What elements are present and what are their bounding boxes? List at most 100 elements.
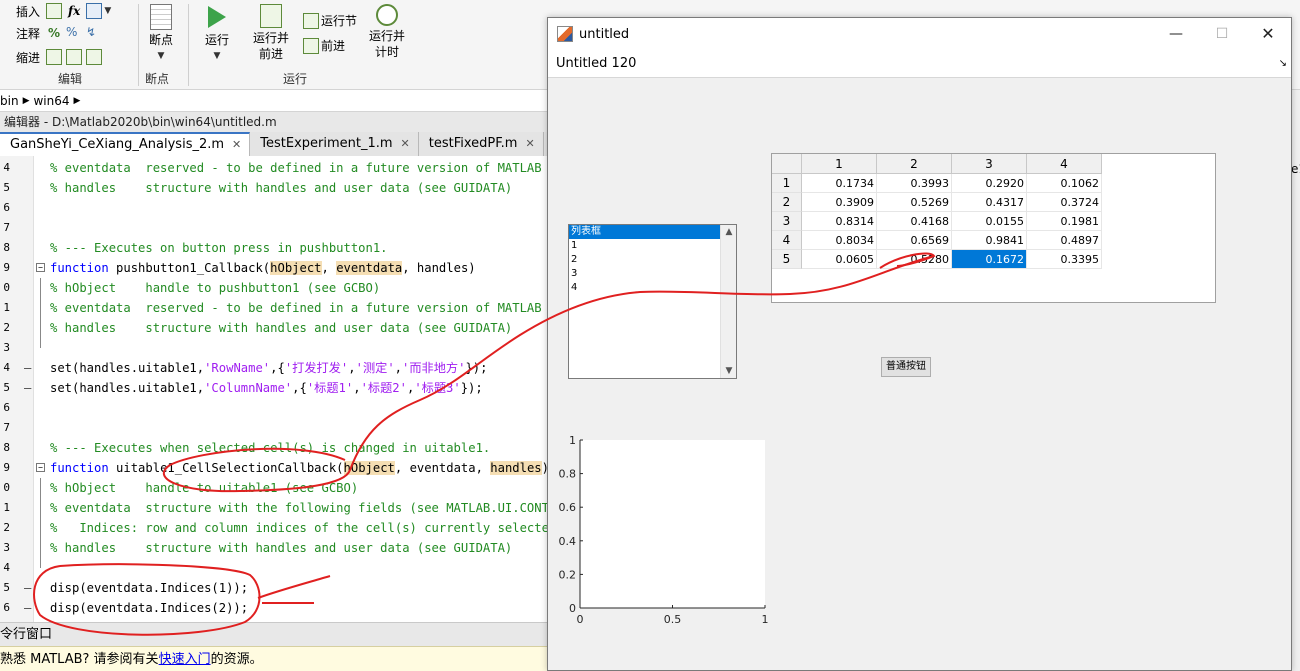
table-cell[interactable]: 0.9841 xyxy=(952,231,1027,250)
executable-line-marker[interactable]: — xyxy=(24,358,31,378)
table-cell[interactable]: 0.8034 xyxy=(802,231,877,250)
code-line[interactable]: 1 % eventdata structure with the followin… xyxy=(0,498,548,518)
breakpoints-button[interactable]: 断点 ▼ xyxy=(144,4,178,64)
code-line[interactable]: 8 % --- Executes when selected cell(s) is… xyxy=(0,438,548,458)
run-section-button[interactable]: 运行节 xyxy=(301,12,357,29)
increase-indent-icon[interactable] xyxy=(66,49,83,65)
code-line[interactable]: 6 — disp(eventdata.Indices(2)); xyxy=(0,598,548,618)
code-line[interactable]: 0 % hObject handle to pushbutton1 (see GC… xyxy=(0,278,548,298)
push-button[interactable]: 普通按钮 xyxy=(881,357,931,377)
insert-icon[interactable] xyxy=(46,3,63,19)
listbox-item[interactable]: 1 xyxy=(569,239,720,253)
table-cell[interactable]: 0.0155 xyxy=(952,212,1027,231)
code-line[interactable]: 9 − function pushbutton1_Callback(hObject,… xyxy=(0,258,548,278)
code-line[interactable]: 5 % handles structure with handles and us… xyxy=(0,178,548,198)
code-line[interactable]: 5 — set(handles.uitable1,'ColumnName',{'标题… xyxy=(0,378,548,398)
code-line[interactable]: 3 % handles structure with handles and us… xyxy=(0,538,548,558)
function-browser-icon[interactable] xyxy=(86,3,103,19)
maximize-button[interactable]: ☐ xyxy=(1199,18,1245,50)
table-cell[interactable]: 0.3395 xyxy=(1027,250,1102,269)
code-line[interactable]: 7 xyxy=(0,418,548,438)
indent-label[interactable]: 缩进 xyxy=(16,49,40,66)
code-line[interactable]: 4 — set(handles.uitable1,'RowName',{'打发打发'… xyxy=(0,358,548,378)
quick-start-link[interactable]: 快速入门 xyxy=(159,652,211,667)
table-cell[interactable]: 0.4897 xyxy=(1027,231,1102,250)
tab-1[interactable]: TestExperiment_1.m ✕ xyxy=(250,132,419,156)
table-row-header[interactable]: 4 xyxy=(772,231,802,250)
resize-arrow-icon[interactable]: ↘ xyxy=(1279,58,1287,69)
fx-button[interactable]: fx xyxy=(68,4,80,18)
advance-button[interactable]: 前进 xyxy=(301,37,345,54)
code-line[interactable]: 1 % eventdata reserved - to be defined in… xyxy=(0,298,548,318)
table-column-header[interactable]: 3 xyxy=(952,154,1027,174)
wrap-comments-icon[interactable]: ↯ xyxy=(86,25,102,41)
chevron-down-icon[interactable]: ▼ xyxy=(104,6,111,16)
table-cell[interactable]: 0.4168 xyxy=(877,212,952,231)
code-line[interactable]: 5 — disp(eventdata.Indices(1)); xyxy=(0,578,548,598)
tab-2[interactable]: testFixedPF.m ✕ xyxy=(418,132,544,156)
breadcrumb-item-win64[interactable]: win64 xyxy=(33,94,69,108)
listbox-item[interactable]: 2 xyxy=(569,253,720,267)
table-cell[interactable]: 0.5269 xyxy=(877,193,952,212)
listbox[interactable]: 列表框 1 2 3 4 ▲ ▼ xyxy=(568,224,737,379)
table-cell[interactable]: 0.6569 xyxy=(877,231,952,250)
table-cell[interactable]: 0.3909 xyxy=(802,193,877,212)
table-cell[interactable]: 0.0605 xyxy=(802,250,877,269)
table-cell[interactable]: 0.1672 xyxy=(952,250,1027,269)
table-cell[interactable]: 0.3993 xyxy=(877,174,952,193)
table-cell[interactable]: 0.3724 xyxy=(1027,193,1102,212)
decrease-indent-icon[interactable] xyxy=(86,49,103,65)
uitable[interactable]: 1 2 3 4 1 0.1734 0.3993 0.2920 0.1062 2 0.3909 0.52… xyxy=(771,153,1216,303)
axes[interactable]: 0 0.5 1 0 0.2 0.4 0.6 0.8 1 xyxy=(548,428,808,628)
executable-line-marker[interactable]: — xyxy=(24,578,31,598)
tab-0[interactable]: GanSheYi_CeXiang_Analysis_2.m ✕ xyxy=(0,132,251,156)
table-row-header[interactable]: 5 xyxy=(772,250,802,269)
command-window-title[interactable]: 令行窗口 xyxy=(0,622,548,646)
chevron-down-icon[interactable]: ▼ xyxy=(721,364,737,378)
code-line[interactable]: 2 % Indices: row and column indices of th… xyxy=(0,518,548,538)
comment-label[interactable]: 注释 xyxy=(16,25,40,42)
listbox-scrollbar[interactable]: ▲ ▼ xyxy=(720,225,736,378)
table-row-header[interactable]: 3 xyxy=(772,212,802,231)
close-tab-icon[interactable]: ✕ xyxy=(525,133,534,155)
executable-line-marker[interactable]: — xyxy=(24,378,31,398)
chevron-up-icon[interactable]: ▲ xyxy=(721,225,737,239)
listbox-item[interactable]: 列表框 xyxy=(569,225,720,239)
table-row-header[interactable]: 2 xyxy=(772,193,802,212)
code-line[interactable]: 7 xyxy=(0,218,548,238)
table-cell[interactable]: 0.1734 xyxy=(802,174,877,193)
comment-percent-button[interactable]: % xyxy=(48,26,60,40)
code-line[interactable]: 8 % --- Executes on button press in pushb… xyxy=(0,238,548,258)
run-button[interactable]: 运行 ▼ xyxy=(198,4,236,64)
run-and-time-button[interactable]: 运行并 计时 xyxy=(366,4,408,60)
table-cell[interactable]: 0.5280 xyxy=(877,250,952,269)
plot-area[interactable] xyxy=(580,440,765,608)
table-cell[interactable]: 0.1062 xyxy=(1027,174,1102,193)
code-line[interactable]: 6 xyxy=(0,198,548,218)
figure-titlebar[interactable]: untitled — ☐ ✕ xyxy=(548,18,1291,50)
uncomment-icon[interactable]: % xyxy=(66,25,82,41)
smart-indent-icon[interactable] xyxy=(46,49,63,65)
table-column-header[interactable]: 4 xyxy=(1027,154,1102,174)
figure-menu-title[interactable]: Untitled 120 xyxy=(556,56,636,71)
code-fold-icon[interactable]: − xyxy=(36,463,45,472)
code-line[interactable]: 3 xyxy=(0,338,548,358)
close-tab-icon[interactable]: ✕ xyxy=(232,134,241,156)
code-line[interactable]: 0 % hObject handle to uitable1 (see GCBO) xyxy=(0,478,548,498)
table-cell[interactable]: 0.2920 xyxy=(952,174,1027,193)
executable-line-marker[interactable]: — xyxy=(24,598,31,618)
table-cell[interactable]: 0.4317 xyxy=(952,193,1027,212)
breadcrumb-item-bin[interactable]: bin xyxy=(0,94,19,108)
close-button[interactable]: ✕ xyxy=(1245,18,1291,50)
table-column-header[interactable]: 1 xyxy=(802,154,877,174)
listbox-item[interactable]: 4 xyxy=(569,281,720,295)
code-editor[interactable]: 4 % eventdata reserved - to be defined in… xyxy=(0,156,548,622)
close-tab-icon[interactable]: ✕ xyxy=(401,133,410,155)
table-cell[interactable]: 0.1981 xyxy=(1027,212,1102,231)
code-line[interactable]: 4 xyxy=(0,558,548,578)
insert-label[interactable]: 插入 xyxy=(16,3,40,20)
code-fold-icon[interactable]: − xyxy=(36,263,45,272)
code-line[interactable]: 4 % eventdata reserved - to be defined in… xyxy=(0,158,548,178)
table-cell[interactable]: 0.8314 xyxy=(802,212,877,231)
code-line[interactable]: 2 % handles structure with handles and us… xyxy=(0,318,548,338)
